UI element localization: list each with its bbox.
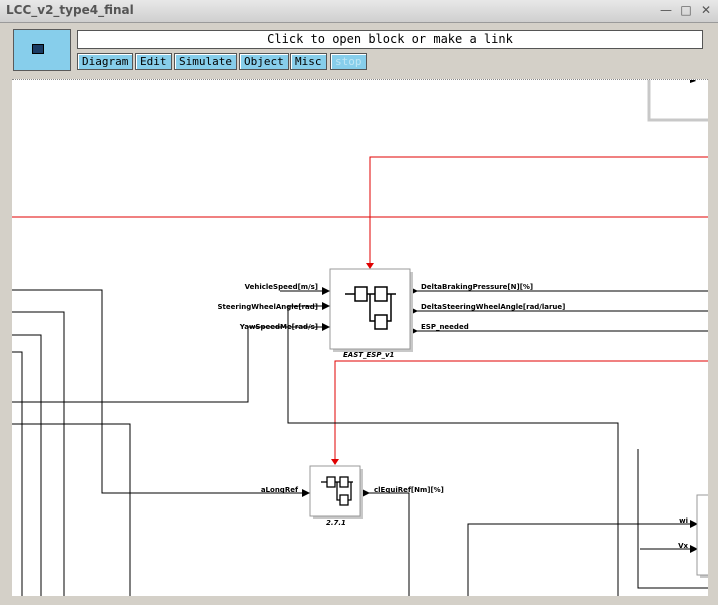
menu-object[interactable]: Object (239, 53, 289, 70)
esp-input-label: SteeringWheelAngle[rad] (218, 303, 318, 311)
menu-simulate[interactable]: Simulate (174, 53, 237, 70)
event-arrow-block2 (331, 459, 339, 465)
right-block-input-label: wi (679, 517, 688, 525)
toolbar: Click to open block or make a link Diagr… (10, 26, 708, 76)
scicos-logo-icon (13, 29, 71, 71)
minimize-button[interactable]: — (658, 3, 674, 18)
window-title: LCC_v2_type4_final (6, 3, 134, 17)
diagram-canvas[interactable]: EAST_ESP_v1 VehicleSpeed[m/s] SteeringWh… (12, 79, 708, 596)
event-arrow-esp (366, 263, 374, 269)
window-bottom-border (0, 598, 718, 605)
offscreen-block[interactable] (647, 80, 708, 122)
cursor-icon (690, 80, 696, 83)
esp-output-label: DeltaBrakingPressure[N][%] (421, 283, 533, 291)
menu-edit[interactable]: Edit (135, 53, 172, 70)
esp-output-label: DeltaSteeringWheelAngle[rad/larue] (421, 303, 565, 311)
esp-input-label: VehicleSpeed[m/s] (245, 283, 318, 291)
title-bar[interactable]: LCC_v2_type4_final — □ ✕ (0, 0, 718, 23)
esp-block-caption: EAST_ESP_v1 (343, 351, 395, 359)
menu-diagram[interactable]: Diagram (77, 53, 134, 70)
right-block-input-label: Vx (678, 542, 688, 550)
right-block[interactable] (696, 494, 708, 578)
diagram-svg: EAST_ESP_v1 VehicleSpeed[m/s] SteeringWh… (12, 80, 708, 596)
menu-stop[interactable]: stop (330, 53, 367, 70)
close-button[interactable]: ✕ (698, 3, 714, 18)
block-2-output-label: clEquiRef[Nm][%] (374, 486, 444, 494)
status-message: Click to open block or make a link (77, 30, 703, 49)
maximize-button[interactable]: □ (678, 3, 694, 18)
block-2-caption: 2.7.1 (326, 519, 346, 527)
esp-input-label: YawSpeedMe[rad/s] (239, 323, 318, 331)
block-2-7-1[interactable] (309, 465, 363, 519)
esp-block[interactable] (329, 268, 413, 352)
esp-output-label: ESP_needed (421, 323, 469, 331)
block-2-input-label: aLongRef (261, 486, 299, 494)
menu-misc[interactable]: Misc (290, 53, 327, 70)
